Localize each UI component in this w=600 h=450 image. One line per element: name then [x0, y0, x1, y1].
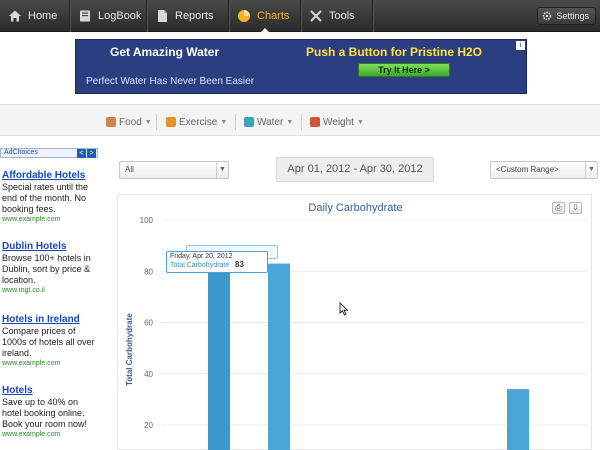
ad-description: Special rates until the end of the month…: [2, 182, 89, 214]
nav-tools-label: Tools: [329, 10, 355, 22]
water-icon: [244, 117, 254, 127]
divider: [156, 114, 157, 130]
divider: [301, 114, 302, 130]
banner-ad[interactable]: Get Amazing Water Push a Button for Pris…: [75, 39, 527, 94]
nav-charts-label: Charts: [257, 10, 290, 22]
chevron-down-icon: ▼: [144, 118, 152, 126]
banner-headline-left: Get Amazing Water: [110, 45, 220, 59]
filter-food[interactable]: Food ▼: [106, 114, 152, 130]
next-arrow-icon[interactable]: >: [87, 149, 96, 158]
tooltip-value: 83: [235, 260, 244, 269]
nav-charts[interactable]: Charts: [229, 0, 301, 33]
filter-exercise-label: Exercise: [179, 116, 218, 128]
y-tick-label: 60: [144, 319, 153, 328]
gear-icon: [543, 11, 552, 21]
chart-tooltip: Friday, Apr 20, 2012 Total Carbohydrate …: [166, 251, 268, 273]
nav-reports-label: Reports: [175, 10, 214, 22]
category-select-value: All: [125, 165, 134, 174]
ad-url[interactable]: www.example.com: [2, 360, 98, 367]
chevron-down-icon: ▼: [216, 162, 228, 178]
chevron-down-icon: ▼: [356, 118, 364, 126]
document-icon: [158, 10, 167, 22]
y-tick-label: 80: [144, 267, 153, 276]
ad-item: Affordable Hotels Special rates until th…: [2, 170, 98, 223]
ad-url[interactable]: www.mgt.co.il: [2, 287, 98, 294]
filter-food-label: Food: [119, 116, 142, 128]
y-tick-label: 20: [144, 421, 153, 430]
weight-icon: [310, 117, 320, 127]
category-select[interactable]: All ▼: [119, 161, 229, 179]
banner-headline-right: Push a Button for Pristine H2O: [306, 45, 483, 59]
date-range-display[interactable]: Apr 01, 2012 - Apr 30, 2012: [276, 157, 434, 182]
banner-cta-button[interactable]: Try It Here >: [358, 63, 450, 77]
bar: [268, 263, 290, 450]
ad-title-link[interactable]: Hotels: [2, 385, 98, 396]
ad-title-link[interactable]: Hotels in Ireland: [2, 314, 98, 325]
food-icon: [106, 117, 116, 127]
nav-reports[interactable]: Reports: [147, 0, 229, 32]
bar: [208, 266, 230, 450]
filter-weight[interactable]: Weight ▼: [310, 114, 364, 130]
settings-label: Settings: [556, 11, 589, 21]
ad-description: Compare prices of 1000s of hotels all ov…: [2, 326, 95, 358]
prev-arrow-icon[interactable]: <: [77, 149, 86, 158]
nav-logbook-label: LogBook: [98, 10, 142, 22]
filter-weight-label: Weight: [323, 116, 354, 128]
filter-bar: Food ▼ Exercise ▼ Water ▼ Weight ▼: [0, 104, 600, 136]
y-tick-label: 100: [140, 216, 154, 225]
filter-water-label: Water: [257, 116, 284, 128]
mouse-cursor-icon: [339, 302, 349, 316]
ad-item: Hotels in Ireland Compare prices of 1000…: [2, 314, 98, 367]
banner-subtext: Perfect Water Has Never Been Easier: [86, 76, 255, 87]
tooltip-label: Total Carbohydrate :: [170, 262, 234, 269]
chevron-down-icon: ▼: [286, 118, 294, 126]
ad-info-icon[interactable]: i: [516, 41, 525, 50]
home-icon: [9, 10, 21, 22]
pie-chart-icon: [238, 10, 250, 22]
adchoices-bar[interactable]: AdChoices < >: [0, 148, 98, 158]
filter-exercise[interactable]: Exercise ▼: [166, 114, 227, 130]
tooltip-row: Total Carbohydrate : 83: [170, 260, 264, 269]
chevron-down-icon: ▼: [585, 162, 597, 178]
nav-logbook[interactable]: LogBook: [70, 0, 147, 32]
exercise-icon: [166, 117, 176, 127]
nav-tools[interactable]: Tools: [301, 0, 373, 32]
settings-button[interactable]: Settings: [537, 7, 596, 25]
ad-item: Hotels Save up to 40% on hotel booking o…: [2, 385, 98, 438]
ad-item: Dublin Hotels Browse 100+ hotels in Dubl…: [2, 241, 98, 294]
y-tick-label: 40: [144, 370, 153, 379]
chevron-down-icon: ▼: [220, 118, 228, 126]
y-axis-label: Total Carbohydrate: [125, 313, 134, 386]
tooltip-date: Friday, Apr 20, 2012: [170, 253, 233, 260]
left-ads: AdChoices < > Affordable Hotels Special …: [0, 148, 98, 450]
ad-title-link[interactable]: Affordable Hotels: [2, 170, 98, 181]
nav-home[interactable]: Home: [0, 0, 70, 32]
ad-url[interactable]: www.example.com: [2, 431, 98, 438]
nav-home-label: Home: [28, 10, 58, 22]
top-nav: Home LogBook Reports Charts Tools Settin…: [0, 0, 600, 33]
range-select[interactable]: <Custom Range> ▼: [490, 161, 598, 179]
bar: [507, 389, 529, 450]
divider: [235, 114, 236, 130]
tools-icon: [310, 10, 322, 22]
book-icon: [80, 10, 90, 22]
carbohydrate-chart: 20 40 60 80 100 Total Carbohydrate: [125, 216, 587, 450]
ad-description: Save up to 40% on hotel booking online. …: [2, 397, 88, 429]
ad-description: Browse 100+ hotels in Dublin, sort by pr…: [2, 253, 91, 285]
ad-title-link[interactable]: Dublin Hotels: [2, 241, 98, 252]
range-select-value: <Custom Range>: [496, 165, 559, 174]
filter-water[interactable]: Water ▼: [244, 114, 293, 130]
adchoices-label: AdChoices: [4, 149, 38, 156]
ad-url[interactable]: www.example.com: [2, 216, 98, 223]
